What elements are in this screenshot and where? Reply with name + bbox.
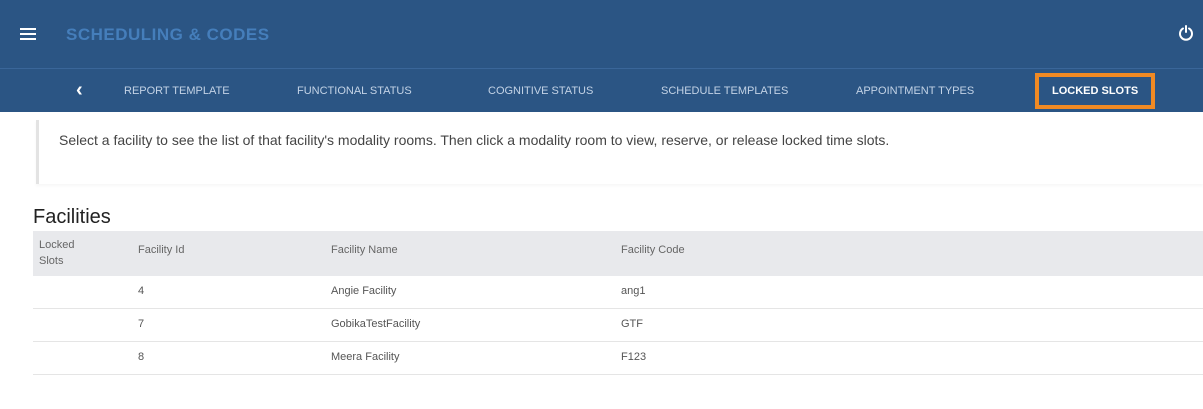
tab-functional-status[interactable]: FUNCTIONAL STATUS (297, 69, 412, 113)
table-row[interactable]: 7 GobikaTestFacility GTF (33, 309, 1203, 342)
chevron-left-icon[interactable]: ‹ (76, 79, 96, 101)
column-header-facility-id[interactable]: Facility Id (138, 242, 184, 258)
facilities-heading: Facilities (33, 206, 111, 228)
app-title: SCHEDULING & CODES (66, 25, 270, 44)
info-text: Select a facility to see the list of tha… (59, 132, 890, 148)
tab-appointment-types[interactable]: APPOINTMENT TYPES (856, 69, 974, 113)
facility-name-cell: GobikaTestFacility (331, 318, 421, 330)
tab-schedule-templates[interactable]: SCHEDULE TEMPLATES (661, 69, 788, 113)
facility-id-cell: 7 (138, 318, 145, 330)
facility-name-cell: Angie Facility (331, 285, 397, 297)
column-header-locked-slots[interactable]: Locked Slots (39, 231, 99, 269)
facility-code-cell: ang1 (621, 285, 646, 297)
column-header-facility-name[interactable]: Facility Name (331, 242, 398, 258)
facilities-table: Locked Slots Facility Id Facility Name F… (33, 231, 1203, 375)
hamburger-icon[interactable] (20, 28, 36, 40)
table-row[interactable]: 8 Meera Facility F123 (33, 342, 1203, 375)
column-header-facility-code[interactable]: Facility Code (621, 242, 685, 258)
tab-cognitive-status[interactable]: COGNITIVE STATUS (488, 69, 593, 113)
tab-bar: ‹ REPORT TEMPLATE FUNCTIONAL STATUS COGN… (0, 68, 1203, 112)
facility-name-cell: Meera Facility (331, 351, 400, 363)
info-panel: Select a facility to see the list of tha… (36, 120, 1203, 184)
facility-code-cell: GTF (621, 318, 643, 330)
table-header: Locked Slots Facility Id Facility Name F… (33, 231, 1203, 276)
facility-id-cell: 4 (138, 285, 145, 297)
power-icon[interactable] (1178, 25, 1194, 41)
table-row[interactable]: 4 Angie Facility ang1 (33, 276, 1203, 309)
facility-id-cell: 8 (138, 351, 145, 363)
tab-report-template[interactable]: REPORT TEMPLATE (124, 69, 230, 113)
tab-locked-slots[interactable]: LOCKED SLOTS (1035, 73, 1156, 109)
app-header: SCHEDULING & CODES (0, 0, 1203, 68)
facility-code-cell: F123 (621, 351, 647, 363)
